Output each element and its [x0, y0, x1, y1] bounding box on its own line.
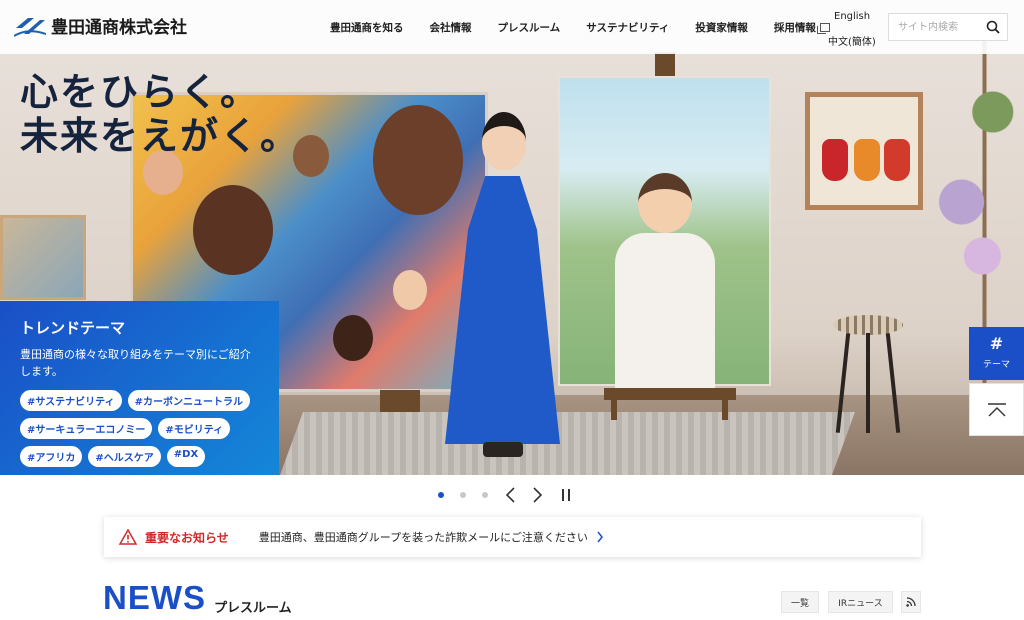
trend-theme-panel: トレンドテーマ 豊田通商の様々な取り組みをテーマ別にご紹介します。 #サステナビ…	[0, 301, 279, 475]
logo-text: 豊田通商株式会社	[51, 18, 187, 38]
search-input[interactable]	[889, 14, 981, 40]
notice-label: 重要なお知らせ	[145, 530, 229, 545]
carousel-pause-button[interactable]	[560, 488, 572, 502]
carousel-dot[interactable]	[438, 492, 444, 498]
lang-chinese-link[interactable]: 中文(簡体)	[828, 33, 876, 48]
carousel-prev-button[interactable]	[504, 487, 516, 503]
nav-label: 採用情報	[773, 22, 816, 34]
carousel-dot[interactable]	[460, 492, 466, 498]
pause-icon	[562, 489, 570, 501]
tag-healthcare[interactable]: #ヘルスケア	[88, 446, 161, 468]
boy-figure	[610, 173, 720, 388]
nav-sustainability[interactable]: サステナビリティ	[586, 20, 669, 35]
hero-small-painting	[0, 215, 86, 300]
news-heading: NEWS	[103, 579, 206, 616]
easel-shelf	[604, 388, 736, 400]
trend-title: トレンドテーマ	[20, 319, 126, 337]
carousel-controls	[438, 487, 588, 503]
hero-painting-boy	[558, 76, 771, 388]
search-icon[interactable]	[986, 20, 1000, 34]
easel-leg	[722, 398, 728, 420]
hero-stool	[833, 315, 903, 435]
notice-text: 豊田通商、豊田通商グループを装った詐欺メールにご注意ください	[258, 531, 588, 544]
theme-label: テーマ	[982, 360, 1010, 370]
nav-label: 豊田通商を知る	[330, 22, 404, 34]
tag-dx[interactable]: #DX	[166, 446, 206, 468]
chevron-up-icon	[988, 403, 1006, 417]
hero-rug	[280, 412, 855, 475]
chevron-left-icon	[505, 487, 515, 503]
tag-africa[interactable]: #アフリカ	[20, 446, 83, 468]
lang-english-link[interactable]: English	[834, 11, 870, 22]
nav-label: プレスルーム	[497, 22, 561, 34]
tag-carbon-neutral[interactable]: #カーボンニュートラル	[127, 390, 250, 412]
site-header: 豊田通商株式会社 豊田通商を知る 会社情報 プレスルーム サステナビリティ 投資…	[0, 0, 1024, 54]
carousel-dot[interactable]	[482, 492, 488, 498]
hero-painting-peppers	[805, 92, 923, 210]
external-link-icon	[816, 23, 830, 34]
back-to-top-button[interactable]	[969, 383, 1024, 436]
tagline-line-1: 心をひらく。	[20, 69, 261, 114]
news-list-button[interactable]: 一覧	[781, 591, 819, 613]
tagline-line-2: 未来をえがく。	[20, 112, 301, 158]
site-logo[interactable]: 豊田通商株式会社	[14, 13, 187, 38]
tag-circular-economy[interactable]: #サーキュラーエコノミー	[20, 418, 153, 440]
woman-figure	[445, 112, 560, 457]
site-search	[888, 13, 1008, 41]
nav-company[interactable]: 会社情報	[430, 20, 472, 35]
nav-label: 会社情報	[429, 22, 472, 34]
nav-label: 投資家情報	[695, 22, 748, 34]
trend-tag-list: #サステナビリティ #カーボンニュートラル #サーキュラーエコノミー #モビリテ…	[20, 390, 259, 468]
chevron-right-icon	[597, 531, 603, 543]
tag-sustainability[interactable]: #サステナビリティ	[20, 390, 122, 412]
rss-button[interactable]	[901, 591, 921, 613]
rss-icon	[906, 597, 916, 607]
tag-mobility[interactable]: #モビリティ	[158, 418, 231, 440]
nav-about[interactable]: 豊田通商を知る	[330, 20, 404, 35]
nav-label: サステナビリティ	[586, 22, 670, 34]
important-notice-bar[interactable]: 重要なお知らせ 豊田通商、豊田通商グループを装った詐欺メールにご注意ください	[104, 517, 921, 557]
hero-tagline: 心をひらく。 未来をえがく。	[20, 70, 300, 157]
easel-leg	[611, 398, 617, 420]
nav-pressroom[interactable]: プレスルーム	[498, 20, 561, 35]
warning-icon	[119, 529, 137, 545]
global-nav: 豊田通商を知る 会社情報 プレスルーム サステナビリティ 投資家情報 採用情報	[330, 20, 830, 35]
ir-news-button[interactable]: IRニュース	[828, 591, 893, 613]
theme-side-button[interactable]: # テーマ	[969, 327, 1024, 380]
company-logo-icon	[14, 17, 46, 37]
nav-investors[interactable]: 投資家情報	[695, 20, 748, 35]
news-subheading: プレスルーム	[214, 601, 292, 616]
easel-top	[655, 52, 675, 76]
trend-description: 豊田通商の様々な取り組みをテーマ別にご紹介します。	[20, 348, 251, 379]
easel-base	[380, 390, 420, 412]
hash-icon: #	[989, 334, 1004, 353]
carousel-next-button[interactable]	[532, 487, 544, 503]
nav-recruit[interactable]: 採用情報	[774, 20, 830, 35]
chevron-right-icon	[533, 487, 543, 503]
